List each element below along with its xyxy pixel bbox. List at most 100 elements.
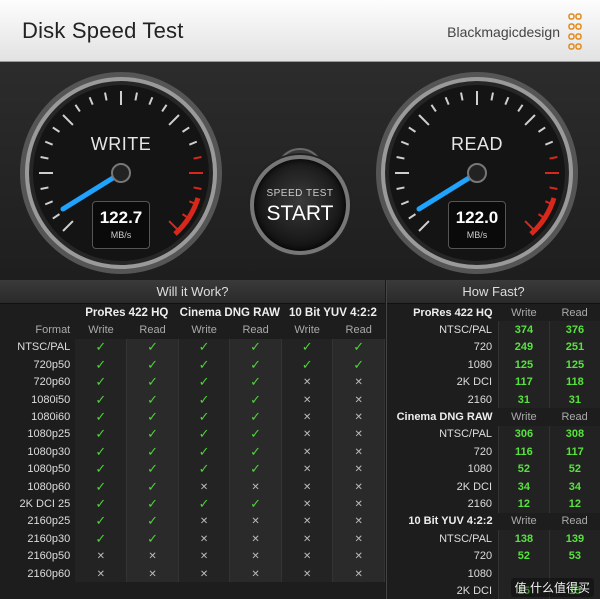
read-value: 31 [548,390,600,409]
check-icon: ✓ [126,530,179,548]
table-row: 1080 52 52 [387,460,600,478]
table-row: 2160p25 ✓ ✓ ✕ ✕ ✕ ✕ [0,512,385,531]
cross-icon: ✕ [281,477,334,496]
check-icon: ✓ [126,477,179,496]
group-header-row: 10 Bit YUV 4:2:2 Write Read [387,513,600,530]
table-row: 1080p25 ✓ ✓ ✓ ✓ ✕ ✕ [0,425,385,444]
check-icon: ✓ [75,356,128,374]
table-row: 1080p30 ✓ ✓ ✓ ✓ ✕ ✕ [0,443,385,461]
cross-icon: ✕ [281,530,334,548]
format-label: 1080 [467,463,493,476]
read-unit: MB/s [466,230,488,240]
cross-icon: ✕ [332,408,385,426]
read-header: Read [242,324,269,337]
read-value: 34 [548,477,600,496]
read-header: Read [561,515,588,528]
group-header-row: ProRes 422 HQ Write Read [387,304,600,321]
read-value: 139 [548,530,600,548]
cross-icon: ✕ [281,443,334,461]
check-icon: ✓ [178,460,231,478]
cross-icon: ✕ [281,495,334,513]
check-icon: ✓ [229,390,282,409]
cross-icon: ✕ [332,390,385,409]
check-icon: ✓ [75,338,128,357]
cross-icon: ✕ [332,425,385,444]
watermark: 值 什么值得买 [510,578,594,597]
check-icon: ✓ [126,373,179,391]
format-label: 1080p60 [27,480,71,493]
cross-icon: ✕ [332,477,385,496]
table-row: 720p50 ✓ ✓ ✓ ✓ ✓ ✓ [0,356,385,374]
write-value: 52 [498,547,550,565]
table-row: 2K DCI 25 ✓ ✓ ✓ ✓ ✕ ✕ [0,495,385,513]
read-value: 122.0 [455,208,499,227]
cross-icon: ✕ [332,460,385,478]
check-icon: ✓ [75,530,128,548]
check-icon: ✓ [332,356,385,374]
app-title: Disk Speed Test [22,18,184,43]
table-row: 1080p50 ✓ ✓ ✓ ✓ ✕ ✕ [0,460,385,478]
write-value: 116 [498,443,550,461]
format-label: 720 [473,445,493,458]
cross-icon: ✕ [332,443,385,461]
format-label: 720p60 [33,376,71,389]
cross-icon: ✕ [281,408,334,426]
format-label: 2K DCI [456,584,493,597]
write-value: 122.7 [99,208,143,227]
check-icon: ✓ [75,443,128,461]
how-fast-table: ProRes 422 HQ Write Read NTSC/PAL 374 376 720 2… [387,304,600,599]
check-icon: ✓ [178,443,231,461]
write-value: 34 [498,477,550,496]
cross-icon: ✕ [178,547,231,565]
write-value: 31 [498,390,550,409]
write-value: 12 [498,495,550,513]
group-name: ProRes 422 HQ [413,306,493,319]
table-row: 2160 31 31 [387,390,600,409]
table-row: NTSC/PAL 374 376 [387,321,600,339]
check-icon: ✓ [229,495,282,513]
table-row: 1080 125 125 [387,356,600,374]
brand-name: Blackmagicdesign [447,24,560,40]
check-icon: ✓ [126,443,179,461]
check-icon: ✓ [281,338,334,357]
check-icon: ✓ [75,460,128,478]
format-label: 1080 [467,358,493,371]
check-icon: ✓ [126,408,179,426]
table-row: 720 249 251 [387,338,600,357]
table-row: 720 52 53 [387,547,600,565]
format-label: NTSC/PAL [439,428,493,441]
check-icon: ✓ [75,495,128,513]
check-icon: ✓ [126,390,179,409]
cross-icon: ✕ [281,390,334,409]
cross-icon: ✕ [126,547,179,565]
check-icon: ✓ [332,338,385,357]
group-header-row: Cinema DNG RAW Write Read [387,408,600,425]
cross-icon: ✕ [281,564,334,583]
write-value: 52 [498,460,550,478]
table-row: 2K DCI 34 34 [387,477,600,496]
cross-icon: ✕ [332,495,385,513]
table-row: 1080i60 ✓ ✓ ✓ ✓ ✕ ✕ [0,408,385,426]
check-icon: ✓ [229,356,282,374]
format-label: 720 [473,550,493,563]
check-icon: ✓ [229,443,282,461]
how-fast-title: How Fast? [387,280,600,304]
cross-icon: ✕ [332,512,385,531]
will-it-work-table: ProRes 422 HQ Cinema DNG RAW 10 Bit YUV 4:… [0,304,385,583]
table-row: NTSC/PAL 138 139 [387,530,600,548]
start-button[interactable]: SPEED TEST START [250,155,350,255]
cross-icon: ✕ [178,477,231,496]
blackmagic-logo-icon [568,13,582,50]
format-label: 2160 [467,393,493,406]
cross-icon: ✕ [75,564,128,583]
format-label: 2K DCI 25 [19,497,71,510]
write-value: 117 [498,373,550,391]
format-label: NTSC/PAL [439,532,493,545]
check-icon: ✓ [75,408,128,426]
read-readout: 122.0 MB/s [448,201,506,249]
read-value: 376 [548,321,600,339]
format-header: Format [35,324,71,337]
gauge-area: WRITE 122.7 MB/s SPEED TEST START READ 1… [0,62,600,280]
check-icon: ✓ [281,356,334,374]
cross-icon: ✕ [332,564,385,583]
